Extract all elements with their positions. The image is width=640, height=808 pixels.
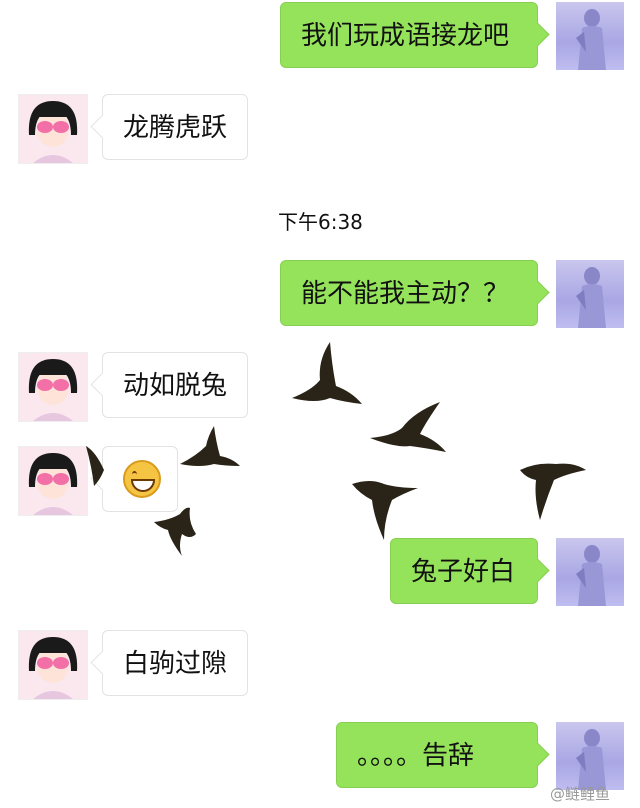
message-bubble-outgoing[interactable]: 能不能我主动？？: [280, 260, 538, 326]
contact-avatar[interactable]: [18, 94, 88, 164]
message-bubble-incoming[interactable]: 动如脱兔: [102, 352, 248, 418]
photo-avatar-icon: [576, 267, 606, 328]
user-avatar[interactable]: [556, 2, 624, 70]
message-text: 动如脱兔: [123, 371, 228, 401]
girl-avatar-icon: [19, 95, 87, 163]
message-bubble-outgoing[interactable]: 我们玩成语接龙吧: [280, 2, 538, 68]
photo-avatar-icon: [576, 9, 606, 70]
message-bubble-outgoing[interactable]: 。。。。告辞: [336, 722, 538, 788]
photo-avatar-icon: [576, 729, 606, 790]
message-text: 我们玩成语接龙吧: [301, 21, 510, 51]
photo-avatar-icon: [576, 545, 606, 606]
contact-avatar[interactable]: [18, 630, 88, 700]
user-avatar[interactable]: [556, 722, 624, 790]
girl-avatar-icon: [19, 631, 87, 699]
message-text: 龙腾虎跃: [123, 113, 228, 143]
girl-avatar-icon: [19, 447, 87, 515]
message-text: 。。。。告辞: [357, 741, 475, 771]
contact-avatar[interactable]: [18, 352, 88, 422]
user-avatar[interactable]: [556, 260, 624, 328]
message-bubble-outgoing[interactable]: 兔子好白: [390, 538, 538, 604]
message-bubble-incoming[interactable]: 白驹过隙: [102, 630, 248, 696]
message-bubble-incoming[interactable]: 龙腾虎跃: [102, 94, 248, 160]
message-text: 能不能我主动？？: [301, 279, 510, 309]
user-avatar[interactable]: [556, 538, 624, 606]
weibo-watermark: @鲢鲤鱼: [549, 785, 610, 803]
message-bubble-incoming[interactable]: [102, 446, 178, 512]
message-text: 白驹过隙: [123, 649, 228, 679]
message-text: 兔子好白: [411, 557, 516, 587]
girl-avatar-icon: [19, 353, 87, 421]
contact-avatar[interactable]: [18, 446, 88, 516]
timestamp: 下午6:38: [278, 210, 363, 234]
grin-emoji-icon: [123, 459, 161, 498]
